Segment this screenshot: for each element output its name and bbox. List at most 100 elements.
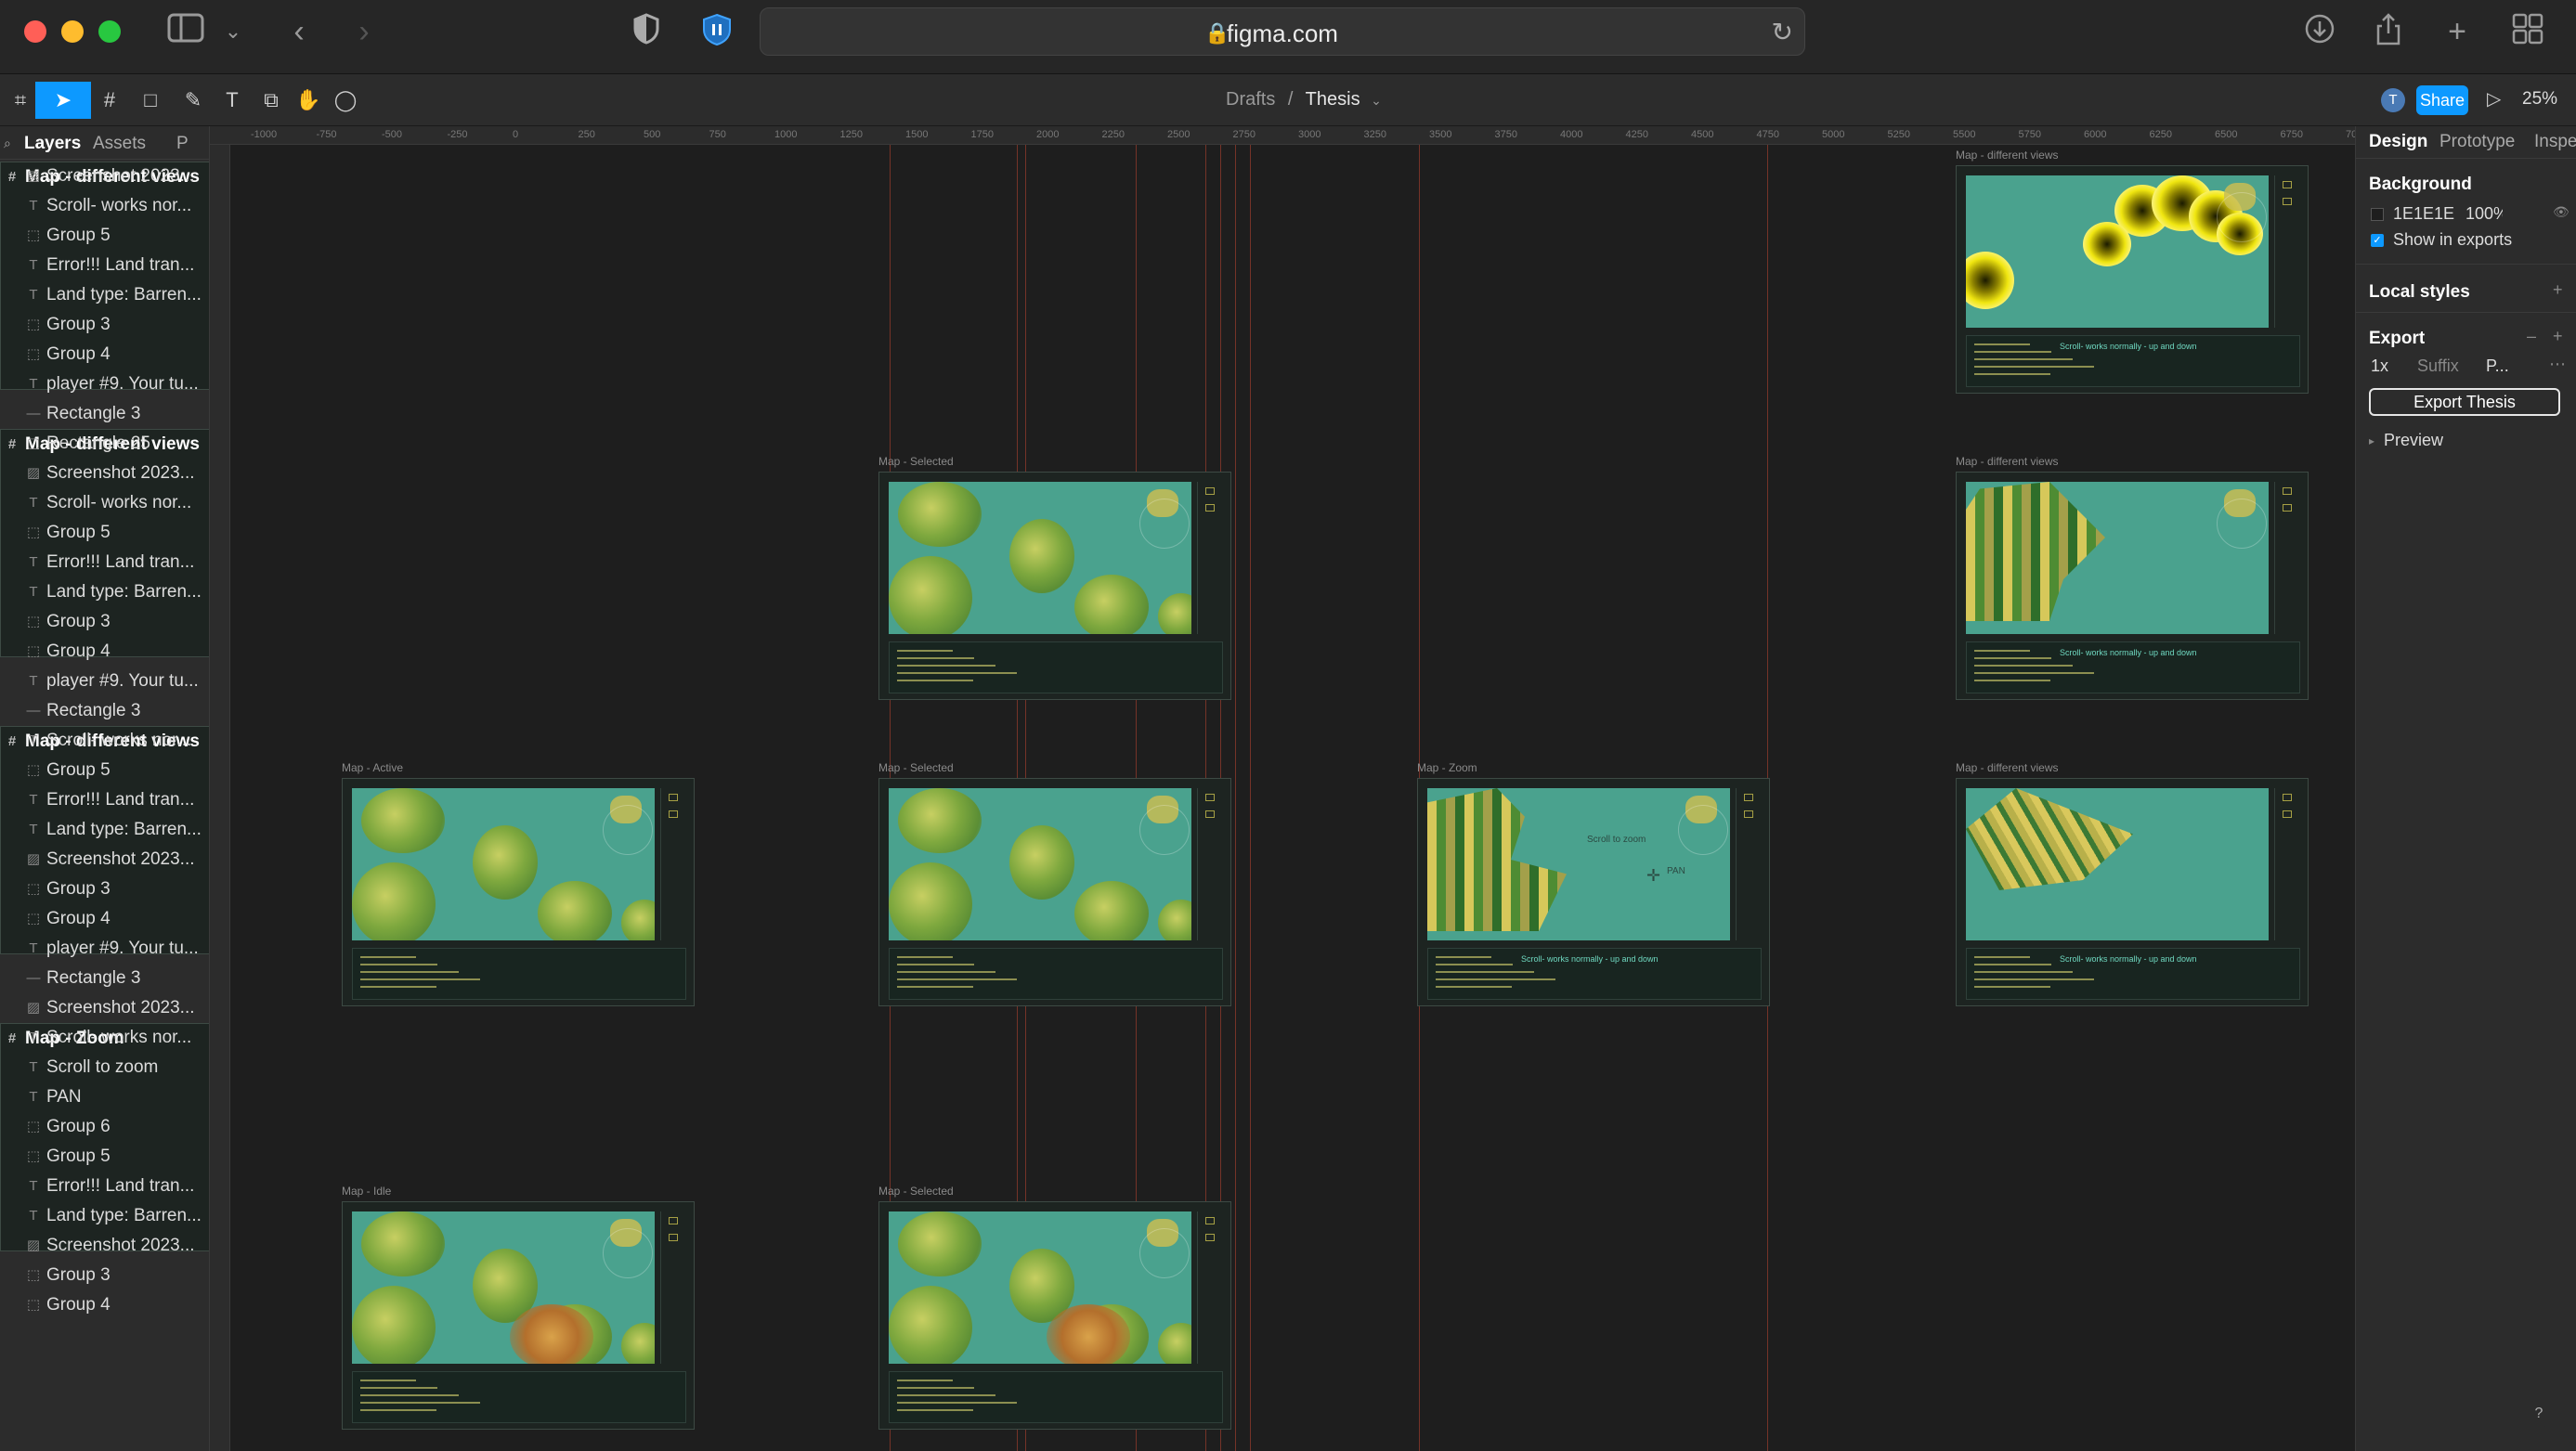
layer-row[interactable]: ⬚ Group 4 [0,637,209,667]
frame-label[interactable]: Map - Zoom [1417,761,1477,774]
export-format[interactable]: P... [2486,356,2509,376]
reload-icon[interactable]: ↻ [1772,17,1793,47]
artboard-frame[interactable] [878,778,1231,1006]
zoom-level[interactable]: 25% [2522,89,2557,110]
add-style-icon[interactable]: + [2553,280,2563,300]
artboard-frame[interactable]: Scroll- works normally - up and down [1956,778,2309,1006]
layer-row[interactable]: ⬚ Group 3 [0,310,209,340]
export-button[interactable]: Export Thesis [2369,388,2560,416]
layer-row[interactable]: ⬚ Group 4 [0,904,209,934]
layer-row[interactable]: — Rectangle 3 [0,696,209,726]
minimize-window-button[interactable] [61,20,84,43]
chevron-down-icon[interactable]: ⌄ [219,13,247,50]
layer-row[interactable]: T Error!!! Land tran... [0,785,209,815]
text-tool-icon[interactable]: T [212,82,253,119]
tab-design[interactable]: Design [2369,132,2427,152]
layer-row[interactable]: Tplayer #9. Your tu... [0,369,209,399]
export-scale[interactable]: 1x [2371,356,2388,376]
layer-row[interactable]: ▨ Screenshot 2023... [0,993,209,1023]
layer-row[interactable]: ⬚ Group 6 [0,1112,209,1142]
frame-label[interactable]: Map - Active [342,761,403,774]
layer-row[interactable]: ▨ Screenshot 2023... [0,1231,209,1261]
canvas[interactable]: Map - different views Scroll- works norma… [230,145,2355,1451]
frame-label[interactable]: Map - Selected [878,455,954,468]
layer-row[interactable]: T Error!!! Land tran... [0,548,209,577]
chevron-right-icon[interactable]: ▸ [2369,434,2374,447]
layer-row[interactable]: T Land type: Barren... [0,280,209,310]
show-in-exports-checkbox[interactable]: ✓ [2371,234,2384,247]
hand-tool-icon[interactable]: ✋ [288,82,329,119]
layer-row[interactable]: T Scroll- works nor... [0,1023,209,1053]
chevron-down-icon[interactable]: ⌄ [1371,93,1382,108]
search-icon[interactable]: ⌕ [4,136,11,151]
more-options-icon[interactable]: ⋯ [2549,355,2566,374]
artboard-frame[interactable] [878,472,1231,700]
layer-row[interactable]: T Error!!! Land tran... [0,1172,209,1201]
layer-row[interactable]: T Land type: Barren... [0,815,209,845]
back-icon[interactable]: ‹ [280,13,318,50]
export-suffix[interactable]: Suffix [2417,356,2459,376]
breadcrumb-parent[interactable]: Drafts [1226,89,1275,110]
add-export-icon[interactable]: + [2553,327,2563,346]
preview-toggle[interactable]: Preview [2384,431,2443,450]
artboard-frame[interactable]: Scroll- works normally - up and down [1956,165,2309,394]
layer-row[interactable]: T Error!!! Land tran... [0,251,209,280]
layer-row[interactable]: ▨ Screenshot 2023... [0,459,209,488]
layer-row[interactable]: ⬚ Group 5 [0,1142,209,1172]
privacy-badge-icon[interactable] [698,13,735,50]
layer-row[interactable]: T PAN [0,1082,209,1112]
move-tool-icon[interactable]: ➤ [35,82,91,119]
artboard-frame[interactable]: Scroll- works normally - up and down [1956,472,2309,700]
present-icon[interactable]: ▷ [2487,87,2501,110]
layer-row[interactable]: ⬚ Group 5 [0,221,209,251]
tab-pages[interactable]: P [176,134,189,154]
layer-row[interactable]: ⬚ Group 5 [0,756,209,785]
layer-row[interactable]: ▨ Screenshot 2023... [0,162,209,191]
file-name[interactable]: Thesis [1306,89,1360,110]
frame-tool-icon[interactable]: # [89,82,130,119]
close-window-button[interactable] [24,20,46,43]
layer-row[interactable]: ⬚ Group 5 [0,518,209,548]
background-opacity[interactable]: 100% [2465,204,2503,224]
tab-layers[interactable]: Layers [24,134,81,154]
artboard-frame[interactable] [878,1201,1231,1430]
layer-row[interactable]: — Rectangle 3 [0,964,209,993]
layer-row[interactable]: ⬚ Group 3 [0,874,209,904]
frame-label[interactable]: Map - different views [1956,761,2059,774]
frame-label[interactable]: Map - Idle [342,1185,391,1198]
tab-overview-icon[interactable] [2505,13,2550,50]
layer-row[interactable]: Tplayer #9. Your tu... [0,934,209,964]
forward-icon[interactable]: › [345,13,383,50]
sidebar-icon[interactable] [163,13,208,50]
download-icon[interactable] [2299,13,2340,50]
new-tab-icon[interactable]: + [2437,13,2478,50]
frame-label[interactable]: Map - Selected [878,1185,954,1198]
share-button[interactable]: Share [2416,85,2468,115]
zoom-window-button[interactable] [98,20,121,43]
artboard-frame[interactable] [342,778,695,1006]
background-hex[interactable]: 1E1E1E [2393,204,2454,224]
layer-row[interactable]: ⬚ Group 4 [0,340,209,369]
artboard-frame[interactable]: Scroll to zoom PAN ✛ Scroll- works normally… [1417,778,1770,1006]
help-button[interactable]: ? [2525,1400,2553,1428]
layer-row[interactable]: T Scroll to zoom [0,1053,209,1082]
layer-row[interactable]: ▢ Rectangle 25 [0,429,209,459]
shape-tool-icon[interactable]: □ [130,82,171,119]
frame-label[interactable]: Map - different views [1956,149,2059,162]
pen-tool-icon[interactable]: ✎ [173,82,214,119]
layer-row[interactable]: T Scroll- works nor... [0,726,209,756]
frame-label[interactable]: Map - different views [1956,455,2059,468]
avatar[interactable]: T [2381,88,2405,112]
share-icon[interactable] [2368,13,2409,50]
shield-icon[interactable] [628,13,665,50]
comment-icon[interactable]: ◯ [325,82,366,119]
layer-row[interactable]: ▨ Screenshot 2023... [0,845,209,874]
layer-row[interactable]: ⬚ Group 4 [0,1290,209,1320]
layer-row[interactable]: T Scroll- works nor... [0,191,209,221]
layer-row[interactable]: — Rectangle 3 [0,399,209,429]
layer-row[interactable]: Tplayer #9. Your tu... [0,667,209,696]
address-bar[interactable]: 🔒 figma.com ↻ [760,7,1805,56]
layer-row[interactable]: T Land type: Barren... [0,577,209,607]
remove-export-icon[interactable]: – [2527,327,2536,346]
tab-assets[interactable]: Assets [93,134,146,154]
